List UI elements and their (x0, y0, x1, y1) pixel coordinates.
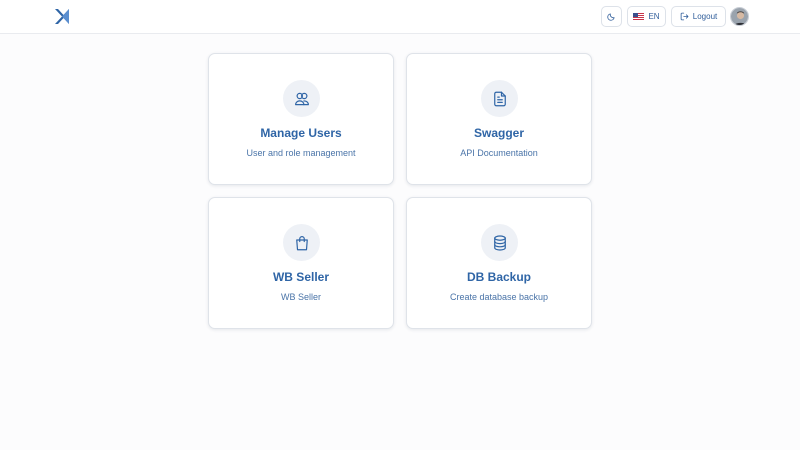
users-icon (294, 92, 309, 105)
document-icon (493, 91, 506, 106)
language-selector[interactable]: EN (627, 6, 666, 27)
avatar[interactable] (730, 7, 749, 26)
shopping-bag-icon (295, 235, 308, 250)
top-bar: EN Logout (0, 0, 800, 34)
logout-icon (680, 12, 689, 21)
user-avatar-image (731, 8, 748, 25)
swagger-card[interactable]: Swagger API Documentation (406, 53, 592, 185)
manage-users-icon-wrap (283, 80, 320, 117)
card-description: WB Seller (280, 292, 321, 302)
wb-seller-card[interactable]: WB Seller WB Seller (208, 197, 394, 329)
card-title: DB Backup (466, 270, 531, 284)
moon-icon (607, 13, 615, 21)
us-flag-icon (633, 13, 645, 20)
card-description: Create database backup (449, 292, 549, 302)
wb-seller-icon-wrap (283, 224, 320, 261)
card-description: User and role management (246, 148, 356, 158)
card-title: WB Seller (272, 270, 329, 284)
logo-icon[interactable] (54, 8, 70, 25)
db-backup-card[interactable]: DB Backup Create database backup (406, 197, 592, 329)
card-title: Swagger (473, 126, 524, 140)
logout-button[interactable]: Logout (671, 6, 726, 27)
database-icon (493, 234, 506, 251)
db-backup-icon-wrap (481, 224, 518, 261)
theme-toggle-button[interactable] (601, 6, 622, 27)
logout-label: Logout (692, 12, 718, 21)
card-title: Manage Users (260, 126, 342, 140)
language-label: EN (648, 12, 660, 21)
swagger-icon-wrap (481, 80, 518, 117)
manage-users-card[interactable]: Manage Users User and role management (208, 53, 394, 185)
card-description: API Documentation (460, 148, 538, 158)
